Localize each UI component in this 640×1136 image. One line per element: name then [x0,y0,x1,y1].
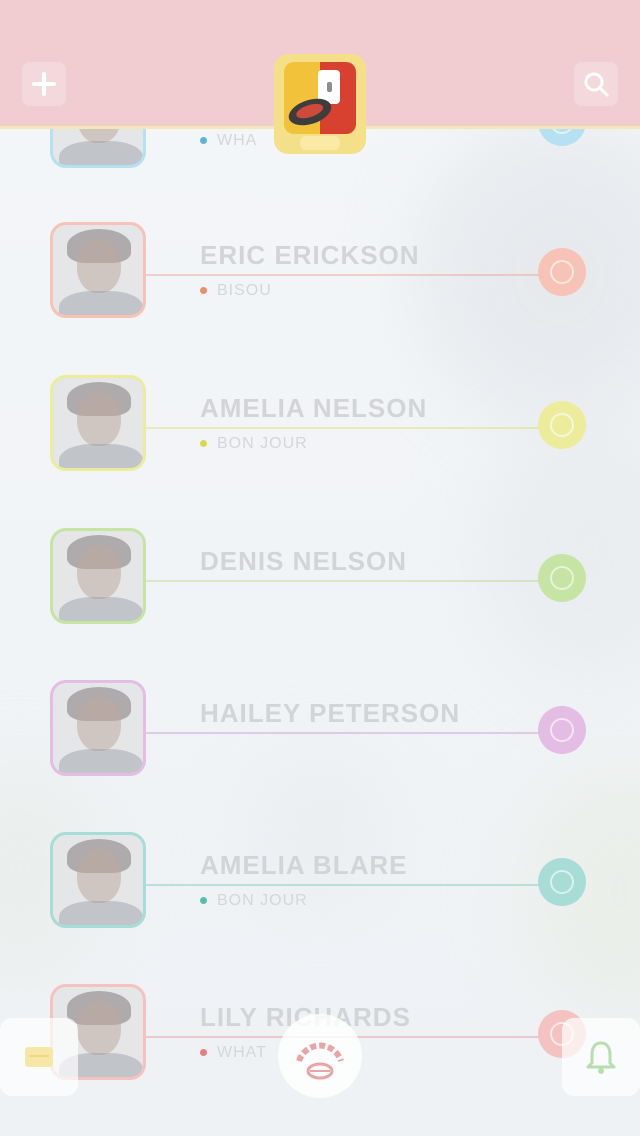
last-message: BISOU [200,282,272,300]
notifications-button[interactable] [562,1018,640,1096]
status-dot [200,137,207,145]
last-message-text: BON JOUR [217,435,308,452]
contact-row[interactable]: AMELIA NELSON BON JOUR [0,375,640,527]
last-message: WHA [200,132,257,150]
lips-stamp-icon [296,1042,344,1080]
logo-mark [284,62,356,134]
circle-icon [550,870,574,894]
app-logo[interactable] [274,54,366,154]
messages-button[interactable] [0,1018,78,1096]
send-stamp-button[interactable] [538,858,586,906]
contact-name: DENIS NELSON [200,546,408,576]
row-divider [146,580,542,582]
contact-name: AMELIA NELSON [200,393,428,423]
contact-list: WHA ERIC ERICKSON BISOU AMELIA NELSON BON JO… [0,0,640,1136]
contact-row[interactable]: HAILEY PETERSON [0,680,640,832]
last-message-text: WHA [217,132,258,149]
chat-icon [25,1047,53,1067]
last-message-text: BON JOUR [217,892,308,909]
avatar [50,375,146,471]
send-stamp-button[interactable] [538,706,586,754]
avatar [50,832,146,928]
avatar [50,680,146,776]
contact-row[interactable]: DENIS NELSON [0,528,640,680]
send-stamp-button[interactable] [538,554,586,602]
search-button[interactable] [574,62,618,106]
last-message: BON JOUR [200,892,308,910]
contact-row[interactable]: ERIC ERICKSON BISOU [0,222,640,374]
contact-name: ERIC ERICKSON [200,240,420,270]
app-root: WHA ERIC ERICKSON BISOU AMELIA NELSON BON JO… [0,0,640,1136]
top-bar [0,0,640,154]
send-stamp-button[interactable] [538,401,586,449]
row-divider [146,274,542,276]
status-dot [200,440,207,448]
avatar [50,222,146,318]
avatar [50,528,146,624]
circle-icon [550,413,574,437]
logo-badge [300,136,340,150]
plus-icon [32,72,56,96]
search-icon [584,72,609,97]
contact-name: AMELIA BLARE [200,850,408,880]
bell-icon [586,1041,616,1074]
stamp-button[interactable] [278,1014,362,1098]
add-contact-button[interactable] [22,62,66,106]
bottom-bar [0,1010,640,1136]
send-stamp-button[interactable] [538,248,586,296]
circle-icon [550,566,574,590]
last-message: BON JOUR [200,435,308,453]
row-divider [146,427,542,429]
row-divider [146,884,542,886]
last-message-text: BISOU [217,282,272,299]
contact-row[interactable]: AMELIA BLARE BON JOUR [0,832,640,984]
row-divider [146,732,542,734]
status-dot [200,287,207,295]
status-dot [200,897,207,905]
circle-icon [550,718,574,742]
contact-name: HAILEY PETERSON [200,698,461,728]
circle-icon [550,260,574,284]
